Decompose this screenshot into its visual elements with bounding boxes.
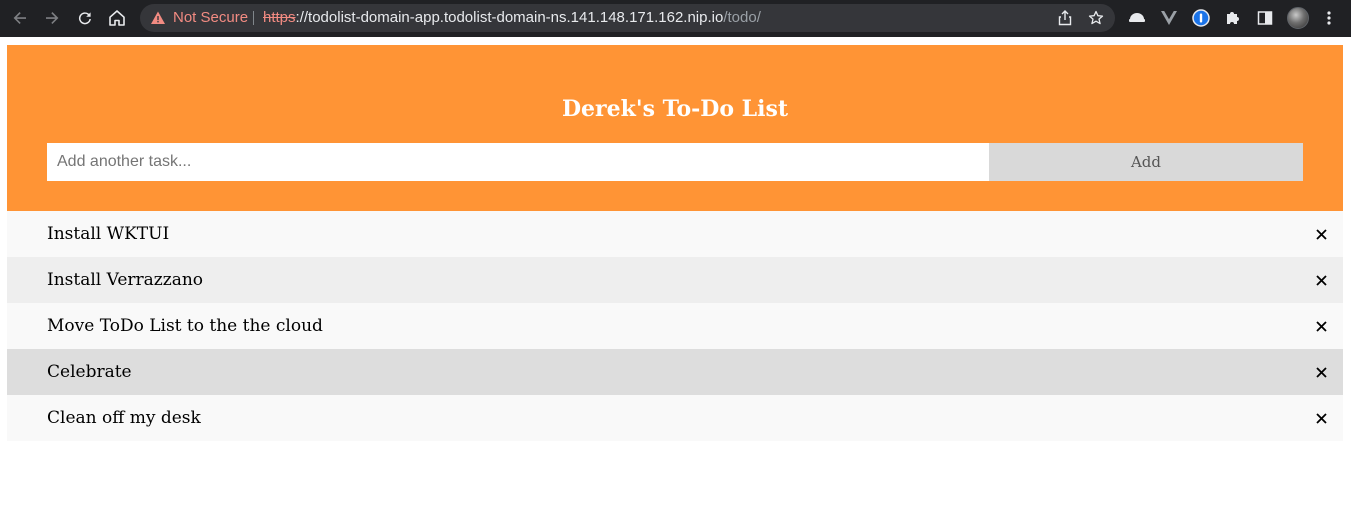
url-separator: :// (295, 9, 309, 26)
close-icon[interactable] (1314, 365, 1328, 379)
profile-avatar[interactable] (1287, 7, 1309, 29)
url-path: /todo/ (723, 9, 761, 26)
page-title: Derek's To-Do List (561, 96, 789, 122)
todo-item[interactable]: Move ToDo List to the the cloud (7, 303, 1343, 349)
puzzle-extensions-icon[interactable] (1223, 8, 1243, 28)
todo-item[interactable]: Clean off my desk (7, 395, 1343, 441)
todo-header: Derek's To-Do List Add (7, 45, 1343, 211)
side-panel-icon[interactable] (1255, 8, 1275, 28)
home-icon[interactable] (104, 6, 130, 30)
todo-item-label: Install Verrazzano (47, 270, 204, 290)
kebab-menu-icon[interactable] (1319, 8, 1339, 28)
warning-triangle-icon (150, 10, 166, 26)
close-icon[interactable] (1314, 227, 1328, 241)
star-icon[interactable] (1087, 9, 1105, 27)
todo-item[interactable]: Install Verrazzano (7, 257, 1343, 303)
vue-devtools-icon[interactable] (1159, 8, 1179, 28)
todo-list: Install WKTUI Install Verrazzano Move To… (7, 211, 1343, 441)
security-divider (253, 11, 254, 25)
reload-icon[interactable] (72, 6, 98, 30)
address-bar[interactable]: Not Secure https://todolist-domain-app.t… (140, 4, 1115, 32)
security-status-label[interactable]: Not Secure (173, 10, 248, 26)
todo-item-label: Install WKTUI (47, 224, 170, 244)
add-task-button[interactable]: Add (989, 143, 1303, 181)
todo-item-label: Celebrate (47, 362, 132, 382)
todo-item[interactable]: Celebrate (7, 349, 1343, 395)
browser-toolbar: Not Secure https://todolist-domain-app.t… (0, 0, 1351, 37)
close-icon[interactable] (1314, 319, 1328, 333)
extension-hat-icon[interactable] (1127, 8, 1147, 28)
url-host: todolist-domain-app.todolist-domain-ns.1… (308, 9, 724, 26)
task-input[interactable] (47, 143, 989, 181)
url-scheme: https (263, 9, 296, 26)
back-arrow-icon[interactable] (7, 6, 33, 30)
password-manager-icon[interactable] (1191, 8, 1211, 28)
share-icon[interactable] (1056, 9, 1074, 27)
todo-item-label: Move ToDo List to the the cloud (47, 316, 323, 336)
forward-arrow-icon[interactable] (39, 6, 65, 30)
todo-item-label: Clean off my desk (47, 408, 201, 428)
url-text[interactable]: https://todolist-domain-app.todolist-dom… (263, 10, 761, 26)
todo-app: Derek's To-Do List Add Install WKTUI Ins… (7, 45, 1343, 441)
todo-item[interactable]: Install WKTUI (7, 211, 1343, 257)
close-icon[interactable] (1314, 273, 1328, 287)
close-icon[interactable] (1314, 411, 1328, 425)
